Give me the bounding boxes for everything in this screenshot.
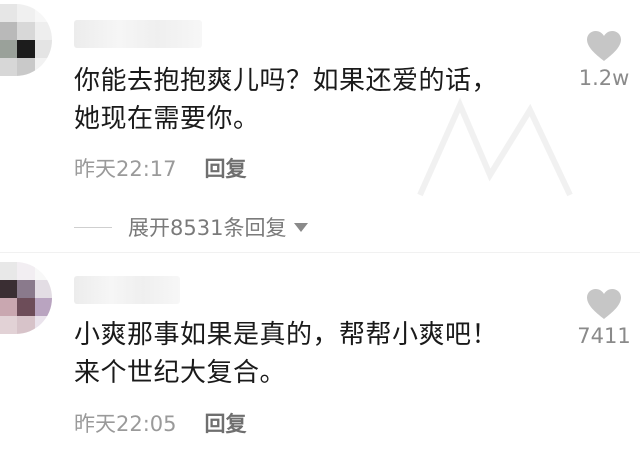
avatar[interactable] (0, 4, 52, 76)
reply-button[interactable]: 回复 (205, 408, 247, 438)
expand-divider-line (74, 226, 112, 228)
username-blurred[interactable] (74, 20, 202, 48)
watermark (417, 97, 573, 197)
like-count: 7411 (577, 324, 631, 348)
caret-down-icon (294, 222, 309, 232)
comment-text-line: 来个世纪大复合。 (74, 358, 287, 388)
timestamp: 昨天22:05 (74, 412, 177, 436)
comment-text: 小爽那事如果是真的，帮帮小爽吧！ 来个世纪大复合。 (74, 316, 554, 392)
heart-icon[interactable] (574, 30, 634, 62)
comment-meta: 昨天22:05 回复 (74, 408, 247, 438)
comment-text-line: 小爽那事如果是真的，帮帮小爽吧！ (74, 320, 499, 350)
avatar[interactable] (0, 262, 52, 334)
username-blurred[interactable] (74, 276, 180, 304)
timestamp: 昨天22:17 (74, 157, 177, 181)
like-button[interactable]: 7411 (574, 288, 634, 348)
heart-icon[interactable] (574, 288, 634, 320)
like-count: 1.2w (578, 66, 630, 90)
expand-replies-button[interactable]: 展开8531条回复 (74, 211, 309, 243)
reply-button[interactable]: 回复 (205, 153, 247, 183)
comment-list: 你能去抱抱爽儿吗？如果还爱的话， 她现在需要你。 昨天22:17 回复 1.2w… (0, 0, 640, 454)
comment-meta: 昨天22:17 回复 (74, 153, 247, 183)
like-button[interactable]: 1.2w (574, 30, 634, 90)
expand-replies-label: 展开8531条回复 (128, 216, 287, 240)
comment-item: 小爽那事如果是真的，帮帮小爽吧！ 来个世纪大复合。 昨天22:05 回复 741… (0, 252, 640, 454)
